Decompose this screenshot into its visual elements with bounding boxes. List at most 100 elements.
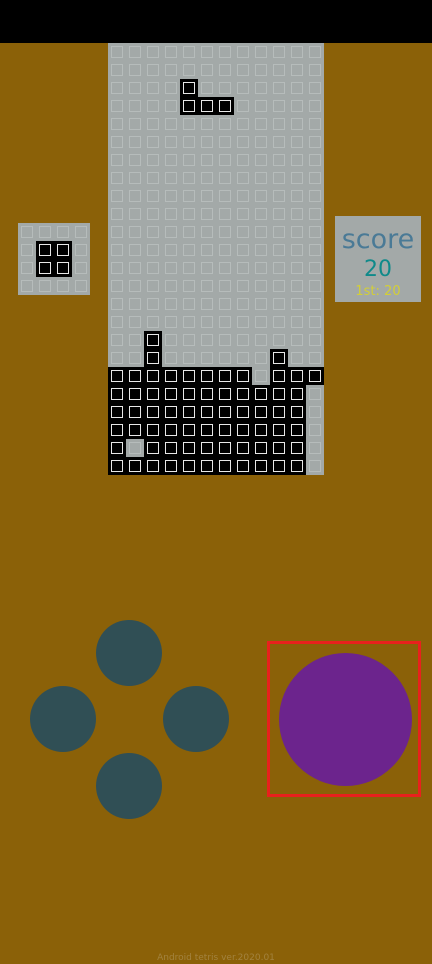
- board-cell-filled: [180, 79, 198, 97]
- board-cell-empty: [198, 259, 216, 277]
- board-cell-empty: [270, 169, 288, 187]
- board-cell-empty: [216, 205, 234, 223]
- board-cell-empty: [234, 133, 252, 151]
- board-cell-empty: [180, 133, 198, 151]
- board-cell-empty: [108, 223, 126, 241]
- board-cell-filled: [270, 457, 288, 475]
- board-cell-empty: [108, 313, 126, 331]
- rotate-action-button[interactable]: [279, 653, 412, 786]
- board-cell-filled: [162, 403, 180, 421]
- board-cell-empty: [216, 331, 234, 349]
- board-cell-filled: [108, 421, 126, 439]
- board-cell-empty: [180, 295, 198, 313]
- board-cell-empty: [108, 241, 126, 259]
- board-cell-empty: [126, 151, 144, 169]
- board-cell-empty: [108, 349, 126, 367]
- board-cell-empty: [108, 187, 126, 205]
- board-cell-filled: [288, 457, 306, 475]
- board-cell-empty: [108, 151, 126, 169]
- preview-cell-empty: [18, 241, 36, 259]
- board-cell-empty: [216, 187, 234, 205]
- board-cell-empty: [306, 79, 324, 97]
- board-cell-empty: [198, 313, 216, 331]
- board-cell-empty: [288, 313, 306, 331]
- board-cell-empty: [198, 331, 216, 349]
- board-cell-filled: [144, 367, 162, 385]
- board-cell-filled: [270, 403, 288, 421]
- board-cell-empty: [216, 223, 234, 241]
- board-cell-empty: [126, 79, 144, 97]
- board-cell-empty: [216, 43, 234, 61]
- board-cell-filled: [198, 367, 216, 385]
- board-cell-empty: [306, 277, 324, 295]
- high-score: 1st: 20: [355, 284, 401, 299]
- board-cell-filled: [144, 457, 162, 475]
- dpad-left-button[interactable]: [30, 686, 96, 752]
- board-cell-empty: [306, 241, 324, 259]
- board-cell-empty: [108, 79, 126, 97]
- board-cell-empty: [234, 97, 252, 115]
- board-cell-filled: [162, 439, 180, 457]
- board-cell-filled: [234, 439, 252, 457]
- board-cell-filled: [180, 457, 198, 475]
- board-cell-empty: [126, 349, 144, 367]
- board-cell-empty: [216, 115, 234, 133]
- board-cell-empty: [252, 61, 270, 79]
- preview-cell-empty: [72, 259, 90, 277]
- board-cell-filled: [234, 367, 252, 385]
- dpad-down-button[interactable]: [96, 753, 162, 819]
- board-cell-empty: [162, 79, 180, 97]
- board-cell-empty: [126, 259, 144, 277]
- board-cell-empty: [234, 43, 252, 61]
- board-cell-filled: [126, 403, 144, 421]
- board-cell-empty: [198, 241, 216, 259]
- board-cell-empty: [144, 61, 162, 79]
- board-cell-filled: [252, 457, 270, 475]
- board-cell-empty: [144, 79, 162, 97]
- board-cell-empty: [126, 97, 144, 115]
- board-cell-empty: [288, 349, 306, 367]
- board-cell-empty: [216, 133, 234, 151]
- dpad-up-button[interactable]: [96, 620, 162, 686]
- board-cell-filled: [252, 421, 270, 439]
- board-cell-empty: [306, 187, 324, 205]
- board-cell-empty: [306, 331, 324, 349]
- board-cell-empty: [270, 115, 288, 133]
- board-cell-filled: [234, 457, 252, 475]
- board-cell-filled: [288, 439, 306, 457]
- board-cell-empty: [162, 205, 180, 223]
- board-cell-filled: [162, 457, 180, 475]
- board-cell-empty: [270, 277, 288, 295]
- board-cell-filled: [180, 385, 198, 403]
- board-cell-filled: [270, 367, 288, 385]
- board-cell-empty: [198, 223, 216, 241]
- board-cell-filled: [108, 385, 126, 403]
- board-cell-empty: [144, 187, 162, 205]
- board-cell-filled: [180, 439, 198, 457]
- board-cell-empty: [252, 241, 270, 259]
- board-cell-empty: [252, 223, 270, 241]
- board-cell-filled: [288, 367, 306, 385]
- board-cell-filled: [126, 457, 144, 475]
- board-cell-empty: [198, 349, 216, 367]
- board-cell-empty: [162, 223, 180, 241]
- board-cell-empty: [288, 115, 306, 133]
- board-cell-empty: [270, 259, 288, 277]
- board-cell-filled: [108, 457, 126, 475]
- board-cell-empty: [306, 439, 324, 457]
- board-cell-empty: [288, 133, 306, 151]
- board-cell-empty: [198, 169, 216, 187]
- board-cell-empty: [306, 295, 324, 313]
- board-cell-empty: [162, 241, 180, 259]
- board-cell-empty: [216, 241, 234, 259]
- board-cell-filled: [180, 97, 198, 115]
- dpad-right-button[interactable]: [163, 686, 229, 752]
- board-cell-filled: [216, 421, 234, 439]
- board-cell-empty: [306, 133, 324, 151]
- board-cell-empty: [144, 295, 162, 313]
- board-cell-empty: [270, 133, 288, 151]
- board-cell-empty: [234, 169, 252, 187]
- board-cell-filled: [270, 385, 288, 403]
- preview-cell-empty: [54, 223, 72, 241]
- board-cell-empty: [162, 259, 180, 277]
